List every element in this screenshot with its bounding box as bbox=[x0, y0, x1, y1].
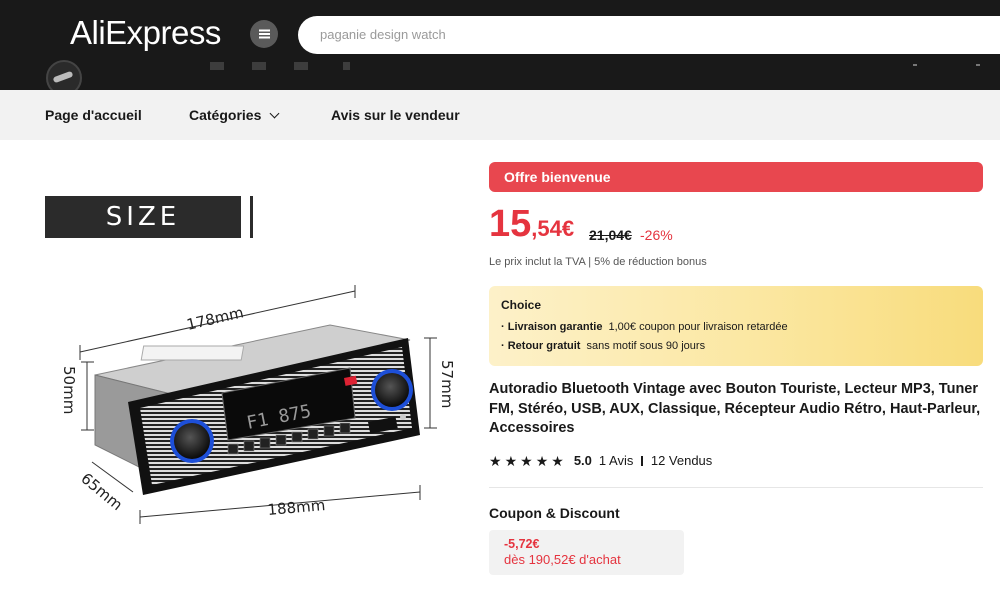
original-price: 21,04€ bbox=[589, 227, 632, 243]
menu-icon[interactable] bbox=[250, 20, 278, 48]
choice-return-text: sans motif sous 90 jours bbox=[586, 340, 706, 352]
choice-title: Choice bbox=[501, 298, 542, 312]
price-decimal: ,54€ bbox=[531, 216, 575, 241]
coupon-section-title: Coupon & Discount bbox=[489, 505, 620, 521]
search-placeholder: paganie design watch bbox=[320, 27, 446, 42]
coupon-card[interactable]: -5,72€ dès 190,52€ d'achat bbox=[489, 530, 684, 575]
star-icon: ★ bbox=[489, 452, 502, 469]
star-icon: ★ bbox=[551, 452, 564, 469]
review-count[interactable]: 1 Avis bbox=[599, 453, 633, 468]
divider bbox=[489, 487, 983, 488]
dim-width-bottom: 188mm bbox=[267, 496, 326, 519]
star-icon: ★ bbox=[520, 452, 533, 469]
choice-return-label: · Retour gratuit bbox=[501, 340, 581, 352]
star-rating: ★ ★ ★ ★ ★ bbox=[489, 454, 564, 468]
dim-height-right: 57mm bbox=[438, 360, 456, 408]
nav-categories[interactable]: Catégories bbox=[189, 107, 280, 123]
welcome-offer-badge: Offre bienvenue bbox=[489, 162, 983, 192]
search-input[interactable]: paganie design watch bbox=[298, 16, 1000, 54]
rating-row[interactable]: ★ ★ ★ ★ ★ 5.0 1 Avis 12 Vendus bbox=[489, 453, 712, 468]
nav-home[interactable]: Page d'accueil bbox=[45, 107, 142, 123]
tax-note: Le prix inclut la TVA | 5% de réduction … bbox=[489, 256, 707, 268]
store-avatar[interactable] bbox=[46, 60, 82, 90]
current-price: 15,54€ bbox=[489, 203, 574, 246]
dim-width-top: 178mm bbox=[185, 303, 245, 334]
choice-panel[interactable]: Choice · Livraison garantie 1,00€ coupon … bbox=[489, 286, 983, 366]
header-icon[interactable] bbox=[976, 64, 980, 66]
sold-count: 12 Vendus bbox=[650, 453, 713, 468]
product-image[interactable]: SIZE 178mm 188mm 50mm 57mm 65mm F1 875 bbox=[0, 140, 480, 590]
nav-seller-reviews[interactable]: Avis sur le vendeur bbox=[331, 107, 460, 123]
star-icon: ★ bbox=[535, 452, 549, 469]
dim-height-left: 50mm bbox=[60, 366, 78, 414]
chevron-down-icon bbox=[269, 108, 280, 119]
choice-delivery-text: 1,00€ coupon pour livraison retardée bbox=[608, 321, 788, 333]
rating-separator bbox=[641, 455, 643, 466]
choice-delivery-line: · Livraison garantie 1,00€ coupon pour li… bbox=[501, 321, 788, 333]
store-nav: Page d'accueil Catégories Avis sur le ve… bbox=[0, 90, 1000, 140]
rating-score: 5.0 bbox=[573, 453, 592, 468]
product-title: Autoradio Bluetooth Vintage avec Bouton … bbox=[489, 381, 981, 436]
choice-return-line: · Retour gratuit sans motif sous 90 jours bbox=[501, 340, 705, 352]
choice-delivery-label: · Livraison garantie bbox=[501, 321, 603, 333]
dim-depth: 65mm bbox=[77, 469, 126, 514]
nav-categories-label: Catégories bbox=[189, 107, 262, 123]
coupon-condition: dès 190,52€ d'achat bbox=[504, 552, 621, 567]
discount-percent: -26% bbox=[640, 227, 673, 243]
store-name[interactable] bbox=[210, 62, 350, 70]
top-header: AliExpress paganie design watch bbox=[0, 0, 1000, 90]
car-radio-illustration: 178mm 188mm 50mm 57mm 65mm F1 875 bbox=[60, 285, 456, 524]
aliexpress-logo[interactable]: AliExpress bbox=[70, 14, 221, 52]
header-icon[interactable] bbox=[913, 64, 917, 66]
coupon-amount: -5,72€ bbox=[504, 537, 540, 551]
price-integer: 15 bbox=[489, 203, 532, 245]
star-icon: ★ bbox=[504, 452, 518, 469]
